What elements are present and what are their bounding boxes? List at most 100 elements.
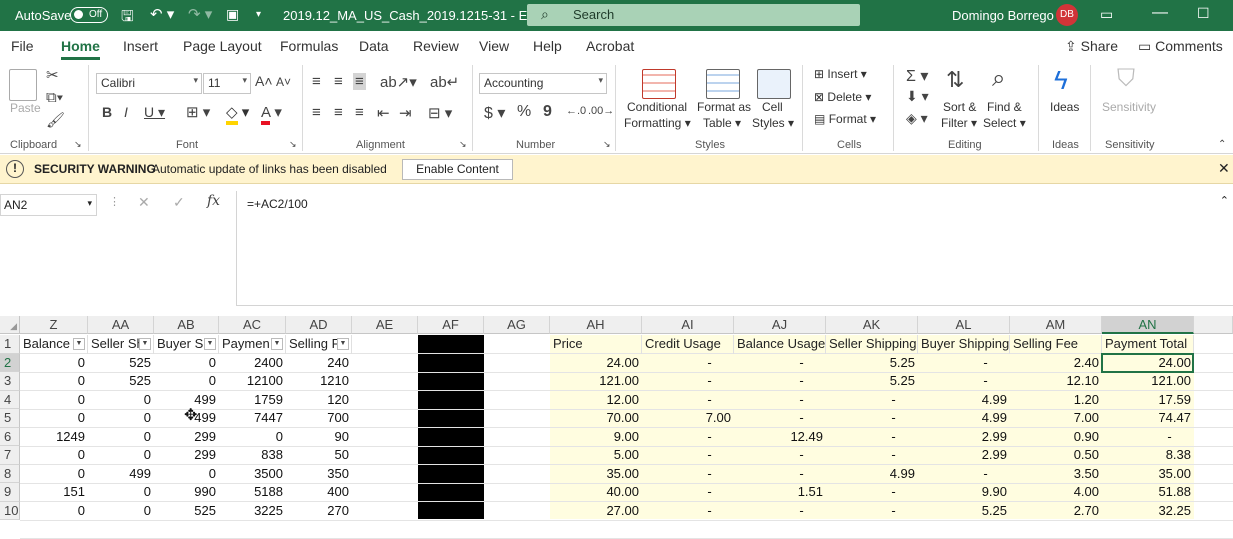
conditional-formatting-icon[interactable]: [642, 69, 676, 99]
table-cell[interactable]: 7.00: [642, 409, 734, 428]
table-cell[interactable]: 525: [88, 372, 154, 391]
table-cell[interactable]: 0: [20, 409, 88, 428]
table-cell[interactable]: 12.10: [1010, 372, 1102, 391]
borders-icon[interactable]: ⊞ ▾: [186, 103, 210, 121]
tab-help[interactable]: Help: [533, 38, 562, 54]
tab-file[interactable]: File: [11, 38, 34, 54]
column-header-an[interactable]: AN: [1102, 316, 1194, 334]
table-cell[interactable]: 9.90: [918, 483, 1010, 502]
minimize-icon[interactable]: —: [1152, 4, 1168, 22]
column-header-ac[interactable]: AC: [219, 316, 286, 334]
table-cell[interactable]: 5.25: [826, 372, 918, 391]
row-header-1[interactable]: 1: [0, 335, 20, 354]
table-cell[interactable]: 3.50: [1010, 465, 1102, 484]
column-header-ah[interactable]: AH: [550, 316, 642, 334]
table-cell[interactable]: 2.99: [918, 446, 1010, 465]
table-cell[interactable]: -: [642, 483, 734, 502]
undo-icon[interactable]: ↶ ▾: [150, 5, 174, 23]
font-size-select[interactable]: 11 ▾: [203, 73, 251, 94]
table-cell[interactable]: -: [642, 465, 734, 484]
column-header-ak[interactable]: AK: [826, 316, 918, 334]
cell-styles-icon[interactable]: [757, 69, 791, 99]
table-cell[interactable]: 5.25: [826, 354, 918, 373]
column-title-cell[interactable]: Credit Usage: [642, 335, 734, 354]
table-cell[interactable]: 8.38: [1102, 446, 1194, 465]
underline-icon[interactable]: U ▾: [144, 104, 165, 121]
table-cell[interactable]: -: [918, 372, 1010, 391]
align-center-icon[interactable]: ≡: [334, 104, 343, 121]
font-name-select[interactable]: Calibri ▾: [96, 73, 202, 94]
table-cell[interactable]: 350: [286, 465, 352, 484]
clipboard-launcher-icon[interactable]: ↘: [74, 139, 82, 150]
table-cell[interactable]: 50: [286, 446, 352, 465]
column-header-al[interactable]: AL: [918, 316, 1010, 334]
table-cell[interactable]: 74.47: [1102, 409, 1194, 428]
font-color-icon[interactable]: A ▾: [261, 103, 282, 125]
row-header-3[interactable]: 3: [0, 372, 20, 391]
italic-icon[interactable]: I: [124, 104, 128, 120]
table-cell[interactable]: 12.49: [734, 428, 826, 447]
number-launcher-icon[interactable]: ↘: [603, 139, 611, 150]
table-cell[interactable]: 12.00: [550, 391, 642, 410]
font-launcher-icon[interactable]: ↘: [289, 139, 297, 150]
tab-page-layout[interactable]: Page Layout: [183, 38, 262, 54]
table-cell[interactable]: 17.59: [1102, 391, 1194, 410]
percent-icon[interactable]: %: [517, 103, 531, 121]
increase-indent-icon[interactable]: ⇥: [399, 104, 412, 122]
save-icon[interactable]: 🖫: [121, 6, 134, 31]
filter-header-cell[interactable]: Balance ▼: [20, 335, 88, 354]
table-cell[interactable]: 121.00: [1102, 372, 1194, 391]
tab-insert[interactable]: Insert: [123, 38, 158, 54]
clear-icon[interactable]: ◈ ▾: [906, 110, 928, 127]
bold-icon[interactable]: B: [102, 104, 112, 120]
autosave-toggle[interactable]: Off: [70, 7, 108, 23]
table-cell[interactable]: 299: [154, 428, 219, 447]
table-cell[interactable]: 2.40: [1010, 354, 1102, 373]
table-cell[interactable]: 3225: [219, 502, 286, 521]
increase-decimal-icon[interactable]: ←.0: [566, 105, 586, 117]
fill-color-icon[interactable]: ◇ ▾: [226, 103, 249, 125]
table-cell[interactable]: 990: [154, 483, 219, 502]
align-bottom-icon[interactable]: ≡: [353, 73, 366, 90]
table-cell[interactable]: -: [918, 354, 1010, 373]
ribbon-display-icon[interactable]: ▭: [1100, 6, 1113, 23]
conditional-formatting-label2[interactable]: Formatting ▾: [624, 116, 691, 130]
table-cell[interactable]: -: [642, 391, 734, 410]
table-cell[interactable]: -: [642, 354, 734, 373]
table-cell[interactable]: 0: [20, 446, 88, 465]
sort-filter-label[interactable]: Sort &: [943, 100, 976, 114]
column-header-ag[interactable]: AG: [484, 316, 550, 334]
cell-styles-label2[interactable]: Styles ▾: [752, 116, 794, 130]
close-icon[interactable]: ✕: [1218, 160, 1230, 177]
sensitivity-icon[interactable]: ⛉: [1117, 65, 1135, 93]
column-header-ai[interactable]: AI: [642, 316, 734, 334]
filter-header-cell[interactable]: Selling F ▼: [286, 335, 352, 354]
orientation-icon[interactable]: ab↗▾: [380, 73, 417, 91]
table-cell[interactable]: 1759: [219, 391, 286, 410]
row-header-10[interactable]: 10: [0, 501, 20, 520]
column-title-cell[interactable]: Price: [550, 335, 642, 354]
delete-cells-button[interactable]: ⊠ Delete ▾: [814, 90, 871, 104]
decrease-decimal-icon[interactable]: .00→: [588, 105, 614, 117]
table-cell[interactable]: -: [642, 446, 734, 465]
table-cell[interactable]: 7.00: [1010, 409, 1102, 428]
table-cell[interactable]: 0: [20, 372, 88, 391]
filter-header-cell[interactable]: Buyer Sh ▼: [154, 335, 219, 354]
table-cell[interactable]: 1.51: [734, 483, 826, 502]
table-cell[interactable]: -: [734, 446, 826, 465]
column-header-aj[interactable]: AJ: [734, 316, 826, 334]
copy-icon[interactable]: ⧉▾: [46, 89, 63, 106]
table-cell[interactable]: -: [642, 428, 734, 447]
tab-acrobat[interactable]: Acrobat: [586, 38, 634, 54]
table-cell[interactable]: -: [826, 502, 918, 521]
table-cell[interactable]: 499: [88, 465, 154, 484]
table-cell[interactable]: -: [918, 465, 1010, 484]
table-cell[interactable]: 35.00: [1102, 465, 1194, 484]
table-cell[interactable]: 525: [154, 502, 219, 521]
format-cells-button[interactable]: ▤ Format ▾: [814, 112, 876, 126]
number-format-select[interactable]: Accounting ▾: [479, 73, 607, 94]
find-select-icon[interactable]: ⌕: [992, 65, 1005, 93]
user-name[interactable]: Domingo Borrego: [952, 8, 1054, 23]
redo-icon[interactable]: ↷ ▾: [188, 5, 212, 23]
table-cell[interactable]: 4.00: [1010, 483, 1102, 502]
